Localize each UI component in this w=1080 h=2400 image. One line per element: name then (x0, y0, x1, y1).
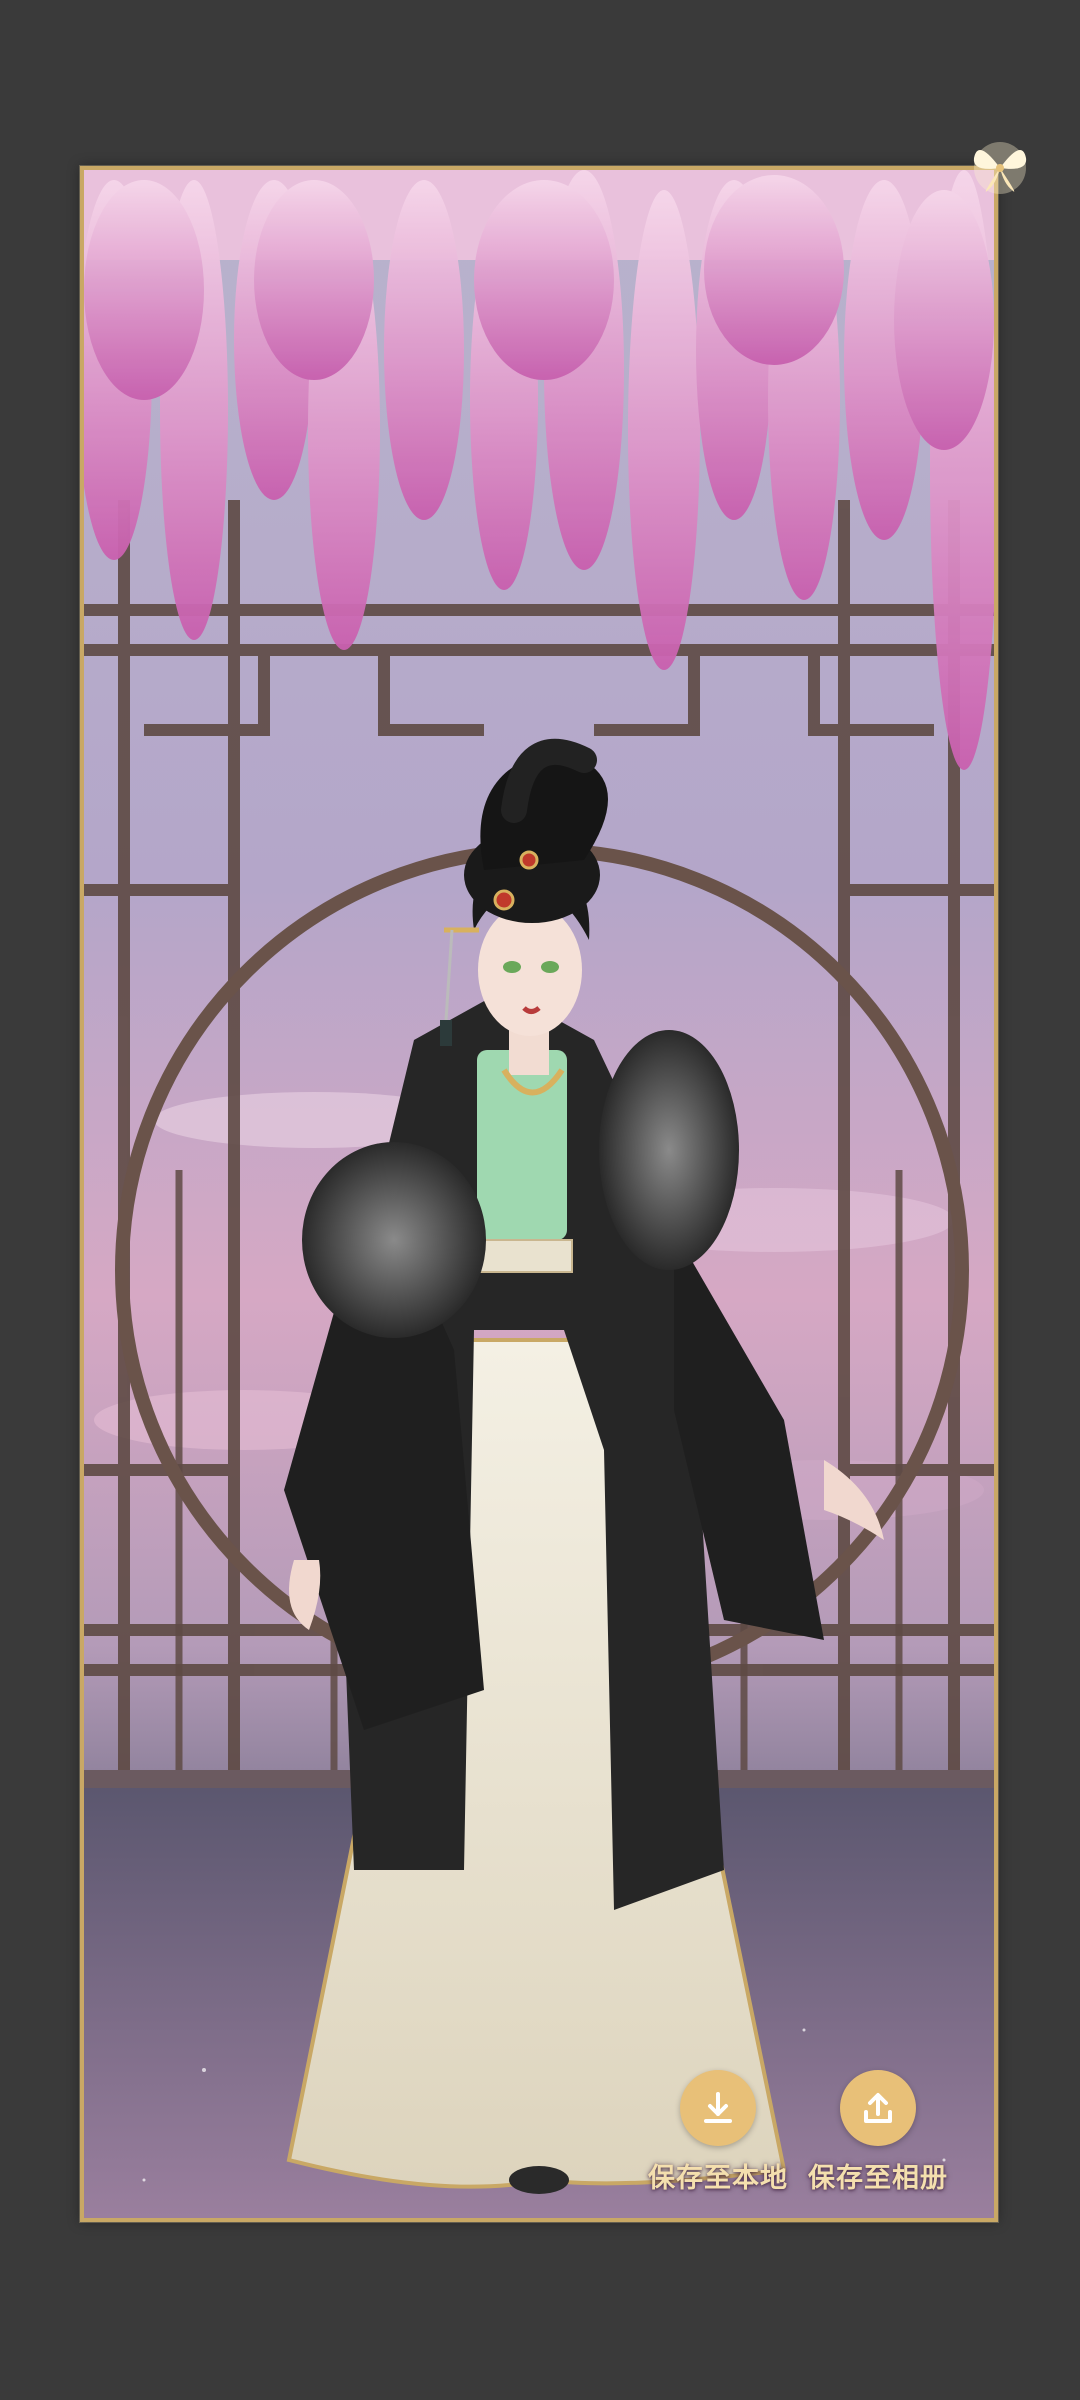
download-icon (680, 2070, 756, 2146)
character-illustration (84, 170, 994, 2218)
save-album-label: 保存至相册 (808, 2163, 948, 2194)
character-card (80, 166, 998, 2222)
upload-icon (840, 2070, 916, 2146)
butterfly-icon (973, 142, 1027, 194)
screen: 保存至本地 保存至相册 (0, 0, 1080, 2400)
save-local-button[interactable]: 保存至本地 (638, 2070, 798, 2200)
save-local-label: 保存至本地 (648, 2163, 788, 2194)
save-album-button[interactable]: 保存至相册 (798, 2070, 958, 2200)
